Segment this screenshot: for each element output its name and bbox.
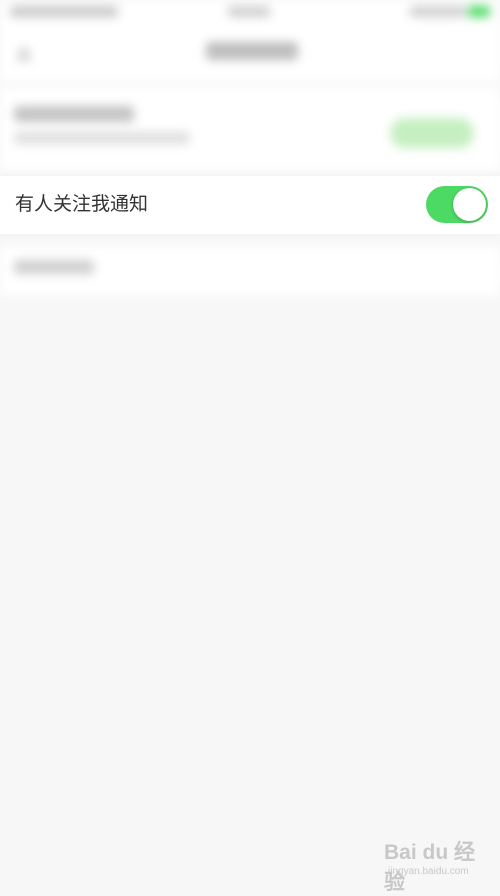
follow-notification-label: 有人关注我通知 [15, 193, 149, 215]
status-bar [0, 0, 500, 26]
watermark: Bai du 经验 jingyan.baidu.com [384, 836, 494, 894]
watermark-url: jingyan.baidu.com [388, 866, 469, 877]
follow-notification-row[interactable]: 有人关注我通知 [0, 176, 500, 234]
settings-row-blurred-1 [0, 88, 500, 170]
page-title [206, 42, 298, 60]
navigation-bar [0, 26, 500, 82]
battery-icon [468, 6, 490, 17]
settings-row-title [14, 106, 134, 122]
status-carrier [10, 6, 118, 17]
settings-row-blurred-3 [0, 246, 500, 296]
settings-row-title [14, 260, 94, 274]
settings-row-toggle [390, 118, 474, 148]
back-arrow-icon[interactable] [18, 48, 30, 62]
follow-notification-toggle[interactable] [426, 186, 488, 223]
settings-row-subtitle [14, 132, 190, 144]
toggle-knob[interactable] [453, 188, 486, 221]
status-battery-text [410, 6, 466, 17]
status-time [228, 6, 270, 17]
